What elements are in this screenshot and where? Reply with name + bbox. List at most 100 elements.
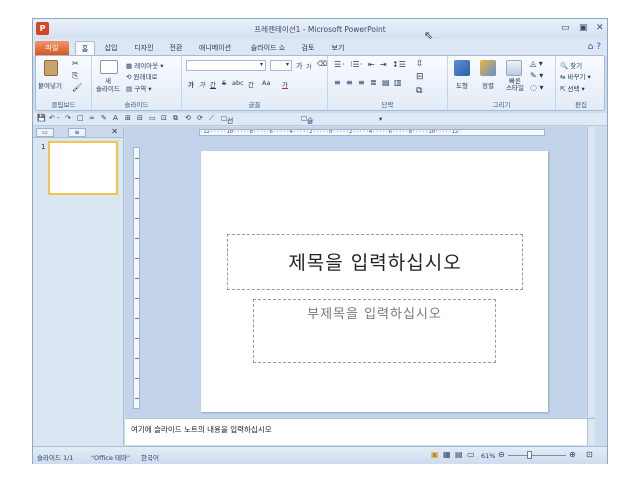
layout-button[interactable]: ▦ 레이아웃 ▾ bbox=[126, 60, 163, 70]
shapes-icon[interactable] bbox=[454, 60, 470, 76]
zoom-in-icon[interactable]: ⊕ bbox=[569, 450, 576, 459]
decrease-indent-icon[interactable]: ⇤ bbox=[368, 60, 375, 69]
status-language[interactable]: 한국어 bbox=[141, 452, 159, 462]
tab-animations[interactable]: 애니메이션 bbox=[195, 41, 235, 56]
underline-button[interactable]: 간 bbox=[210, 79, 216, 89]
bold-button[interactable]: 가 bbox=[188, 79, 194, 89]
shape-effects-icon[interactable]: ◌ ▾ bbox=[530, 83, 544, 92]
shape-outline-icon[interactable]: ✎ ▾ bbox=[530, 71, 543, 80]
status-theme[interactable]: "Office 테마" bbox=[91, 452, 130, 462]
undo-icon[interactable]: ↶ - bbox=[49, 114, 60, 122]
maximize-icon[interactable]: ▣ bbox=[579, 23, 588, 33]
format-painter-icon[interactable]: 🖌 bbox=[72, 83, 82, 92]
bullets-icon[interactable]: ☰· bbox=[334, 60, 346, 69]
text-direction-icon[interactable]: ⇳ bbox=[416, 59, 424, 69]
tab-transitions[interactable]: 전환 bbox=[165, 41, 187, 56]
replace-button[interactable]: ⇆ 바꾸기 ▾ bbox=[560, 71, 591, 81]
increase-indent-icon[interactable]: ⇥ bbox=[380, 60, 387, 69]
zoom-slider-handle[interactable] bbox=[527, 451, 532, 459]
minimize-icon[interactable]: ▭ bbox=[561, 23, 570, 33]
tab-design[interactable]: 디자인 bbox=[129, 41, 159, 56]
tab-view[interactable]: 보기 bbox=[327, 41, 349, 56]
align-right-icon[interactable]: ≡ bbox=[358, 78, 365, 87]
align-center-icon[interactable]: ≡ bbox=[346, 78, 353, 87]
help-icon[interactable]: ⌂ ? bbox=[588, 42, 601, 52]
tab-slides-thumbnails[interactable]: ▭ bbox=[36, 128, 54, 137]
clear-format-icon[interactable]: ⌫ bbox=[317, 60, 327, 68]
line-icon[interactable]: ⟋ bbox=[209, 114, 214, 123]
fit-slide-checkbox[interactable]: ☐ 슬라이드에 맞춤 bbox=[301, 115, 313, 185]
normal-view-icon[interactable]: ▣ bbox=[431, 450, 439, 459]
link-icon[interactable]: ∞ bbox=[89, 114, 95, 122]
numbering-icon[interactable]: ⁝☰· bbox=[350, 60, 362, 69]
shape-fill-icon[interactable]: ◬ ▾ bbox=[530, 59, 543, 68]
grid-icon[interactable]: ⊟ bbox=[137, 114, 143, 122]
slide-canvas[interactable]: 제목을 입력하십시오 부제목을 입력하십시오 bbox=[201, 151, 548, 412]
section-button[interactable]: ▤ 구역 ▾ bbox=[126, 83, 152, 93]
notes-scrollbar[interactable] bbox=[587, 419, 595, 445]
select-button[interactable]: ⇱ 선택 ▾ bbox=[560, 83, 585, 93]
tab-home[interactable]: 홈 bbox=[75, 41, 95, 56]
columns-icon[interactable]: ▥ bbox=[394, 78, 402, 87]
table-icon[interactable]: ⊞ bbox=[125, 114, 131, 122]
shapes-button[interactable]: 도형 bbox=[456, 80, 468, 90]
font-size-select[interactable]: ▾ bbox=[270, 60, 292, 71]
slideshow-icon[interactable]: ▭ bbox=[467, 450, 475, 459]
paste-icon[interactable] bbox=[44, 60, 58, 76]
char-spacing-button[interactable]: 간 bbox=[248, 79, 254, 89]
draw-icon[interactable]: ✎ bbox=[101, 114, 107, 122]
title-placeholder[interactable]: 제목을 입력하십시오 bbox=[227, 234, 523, 290]
tab-file[interactable]: 파일 bbox=[35, 41, 69, 56]
reset-button[interactable]: ⟲ 원래대로 bbox=[126, 71, 157, 81]
fit-to-window-icon[interactable]: ⊡ bbox=[586, 450, 593, 459]
close-icon[interactable]: ✕ bbox=[596, 23, 604, 33]
justify-icon[interactable]: ≣ bbox=[370, 78, 377, 87]
notes-pane[interactable]: 여기에 슬라이드 노트의 내용을 입력하십시오 bbox=[125, 418, 595, 445]
zoom-level[interactable]: 61% bbox=[481, 452, 495, 460]
new-icon[interactable]: □ bbox=[77, 114, 84, 122]
group-icon[interactable]: ⊡ bbox=[161, 114, 167, 122]
tab-slide-show[interactable]: 슬라이드 쇼 bbox=[247, 41, 289, 56]
slide-thumbnail[interactable] bbox=[48, 141, 118, 195]
tab-review[interactable]: 검토 bbox=[297, 41, 319, 56]
paste-button[interactable]: 붙여넣기 bbox=[38, 80, 62, 90]
line-spacing-icon[interactable]: ↕☰ bbox=[392, 60, 406, 69]
new-slide-button[interactable]: 새 슬라이드 bbox=[96, 77, 120, 93]
cut-icon[interactable]: ✂ bbox=[72, 59, 79, 68]
strikethrough-button[interactable]: S bbox=[222, 79, 226, 87]
find-button[interactable]: 🔍 찾기 bbox=[560, 60, 582, 70]
align-text-icon[interactable]: ⊟ bbox=[416, 72, 424, 82]
distribute-icon[interactable]: ▤ bbox=[382, 78, 390, 87]
arrange-icon[interactable] bbox=[480, 60, 496, 76]
zoom-slider-track[interactable] bbox=[508, 455, 566, 456]
save-icon[interactable]: 💾 bbox=[37, 114, 46, 122]
quick-styles-button[interactable]: 빠른 스타일 bbox=[506, 78, 524, 92]
align-left-icon[interactable]: ≡ bbox=[334, 78, 341, 87]
slide-sorter-icon[interactable]: ▦ bbox=[443, 450, 451, 459]
duplicate-icon[interactable]: ⧉ bbox=[173, 114, 178, 123]
shrink-font-button[interactable]: 가 bbox=[306, 62, 312, 71]
grow-font-button[interactable]: 가 bbox=[296, 61, 302, 71]
redo-icon[interactable]: ↷ bbox=[65, 114, 71, 122]
zoom-out-icon[interactable]: ⊖ bbox=[498, 450, 505, 459]
smartart-icon[interactable]: ⧉ bbox=[416, 86, 422, 96]
rotate-right-icon[interactable]: ⟳ bbox=[197, 114, 203, 122]
font-color-button[interactable]: 가 bbox=[282, 79, 288, 89]
italic-button[interactable]: 가 bbox=[199, 79, 205, 89]
new-slide-icon[interactable] bbox=[100, 60, 118, 74]
font-name-select[interactable]: ▾ bbox=[186, 60, 266, 71]
shadow-button[interactable]: abc bbox=[232, 79, 244, 87]
rotate-left-icon[interactable]: ⟲ bbox=[185, 114, 191, 122]
arrange-button[interactable]: 정렬 bbox=[482, 80, 494, 90]
pane-close-icon[interactable]: ✕ bbox=[111, 127, 118, 136]
text-icon[interactable]: A bbox=[113, 114, 118, 122]
tab-outline[interactable]: ≡ bbox=[68, 128, 86, 137]
fit-selection-checkbox[interactable]: ☐ 선택한 개체 맞춤 bbox=[221, 115, 233, 185]
reading-view-icon[interactable]: ▤ bbox=[455, 450, 463, 459]
qat-customize-icon[interactable]: ▾ bbox=[379, 115, 382, 123]
notes-placeholder[interactable]: 여기에 슬라이드 노트의 내용을 입력하십시오 bbox=[131, 424, 272, 435]
vertical-scrollbar[interactable] bbox=[587, 127, 595, 417]
subtitle-placeholder[interactable]: 부제목을 입력하십시오 bbox=[253, 299, 496, 363]
change-case-button[interactable]: Aa bbox=[262, 79, 270, 87]
quick-styles-icon[interactable] bbox=[506, 60, 522, 76]
